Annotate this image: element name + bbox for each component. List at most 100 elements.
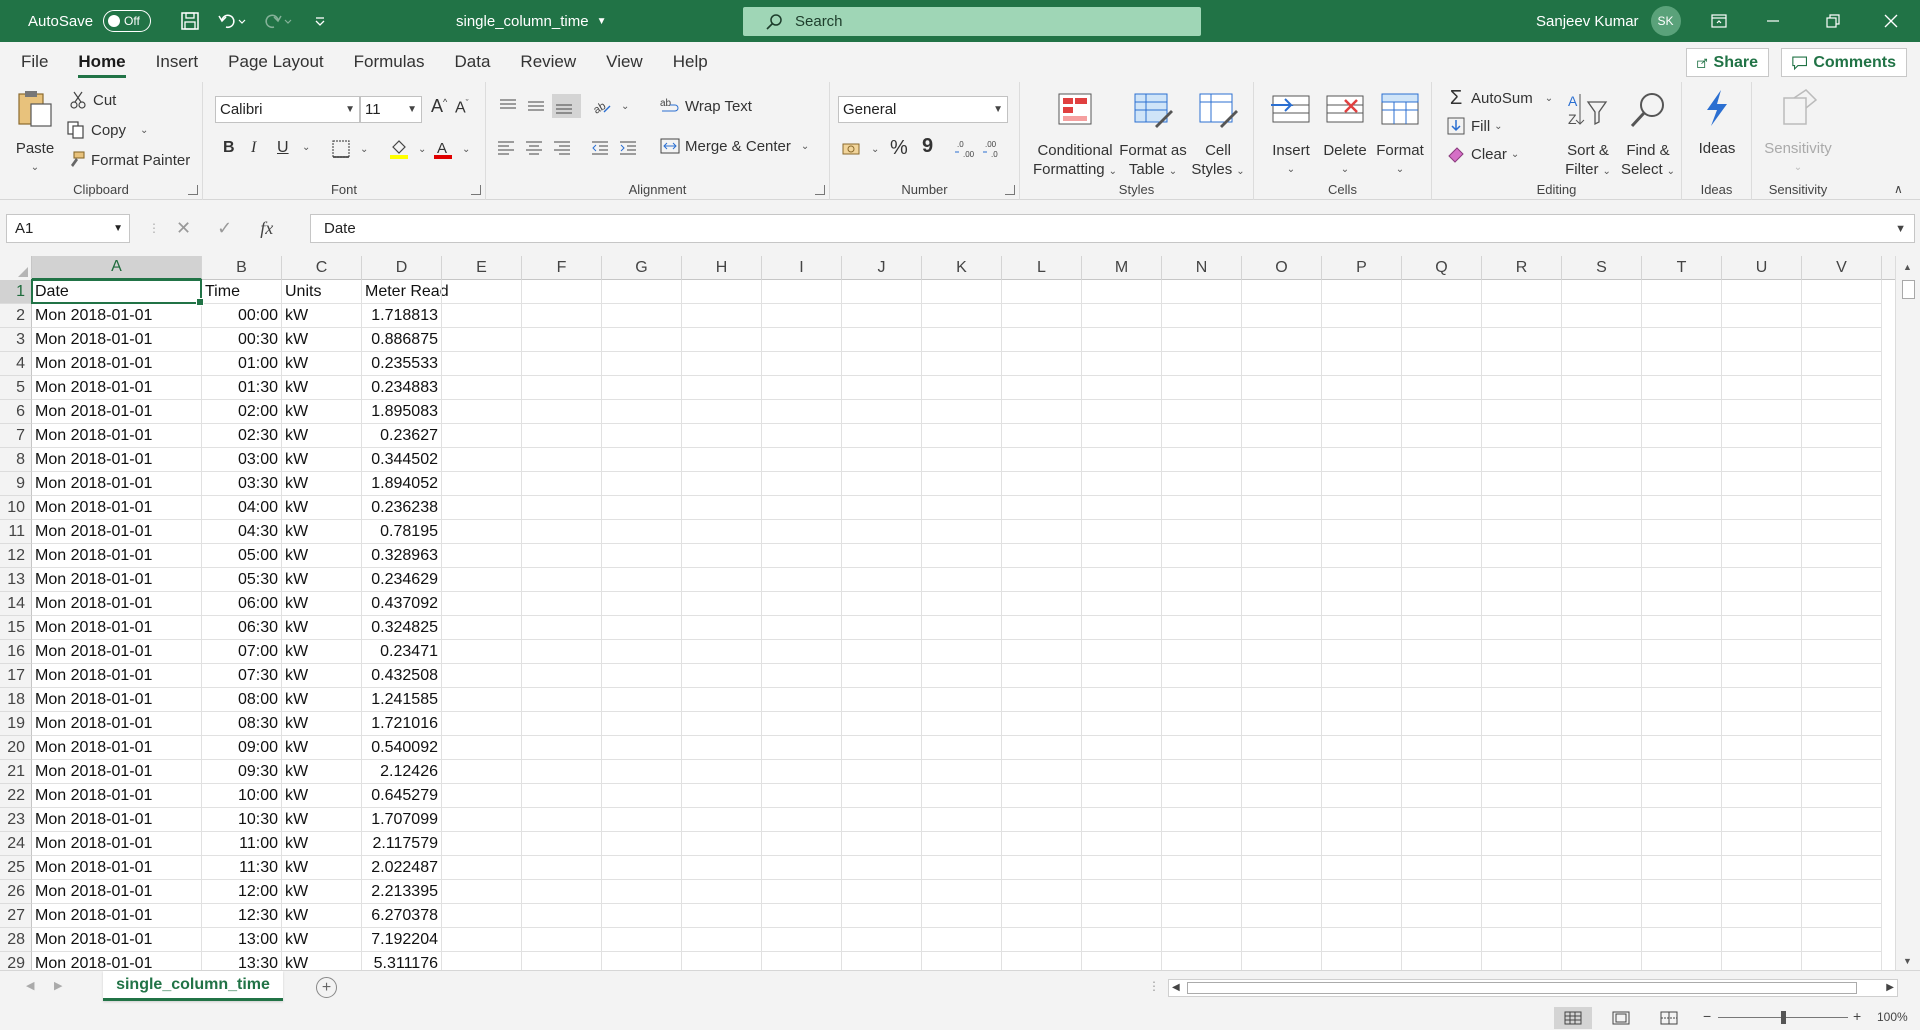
table-cell[interactable]: 05:30 xyxy=(202,568,282,592)
scroll-down-icon[interactable]: ▼ xyxy=(1903,956,1912,966)
undo-icon[interactable] xyxy=(215,8,249,34)
table-cell[interactable]: Mon 2018-01-01 xyxy=(32,736,202,760)
table-cell[interactable]: 2.12426 xyxy=(362,760,442,784)
row-header[interactable]: 5 xyxy=(0,376,32,400)
row-header[interactable]: 18 xyxy=(0,688,32,712)
user-account[interactable]: Sanjeev Kumar SK xyxy=(1536,0,1681,42)
name-box[interactable]: A1 ▼ xyxy=(6,214,130,243)
table-cell[interactable]: 01:30 xyxy=(202,376,282,400)
table-cell[interactable]: kW xyxy=(282,568,362,592)
tab-formulas[interactable]: Formulas xyxy=(339,42,440,82)
ideas-button[interactable]: Ideas xyxy=(1688,88,1746,158)
tab-page-layout[interactable]: Page Layout xyxy=(213,42,338,82)
row-header[interactable]: 28 xyxy=(0,928,32,952)
table-cell[interactable]: Mon 2018-01-01 xyxy=(32,328,202,352)
table-cell[interactable]: kW xyxy=(282,832,362,856)
table-cell[interactable]: 12:00 xyxy=(202,880,282,904)
table-cell[interactable]: 0.235533 xyxy=(362,352,442,376)
middle-align-button[interactable] xyxy=(526,96,551,116)
table-cell[interactable]: 6.270378 xyxy=(362,904,442,928)
table-cell[interactable]: kW xyxy=(282,784,362,808)
column-header-t[interactable]: T xyxy=(1642,256,1722,280)
table-cell[interactable]: 11:30 xyxy=(202,856,282,880)
row-header[interactable]: 16 xyxy=(0,640,32,664)
table-cell[interactable]: 12:30 xyxy=(202,904,282,928)
row-header[interactable]: 8 xyxy=(0,448,32,472)
table-cell[interactable]: 09:30 xyxy=(202,760,282,784)
header-cell[interactable]: Meter Read xyxy=(362,280,449,304)
table-cell[interactable]: 0.23471 xyxy=(362,640,442,664)
format-painter-button[interactable]: Format Painter xyxy=(66,150,190,170)
column-header-v[interactable]: V xyxy=(1802,256,1882,280)
copy-button[interactable]: Copy ⌄ xyxy=(66,120,148,140)
table-cell[interactable]: kW xyxy=(282,712,362,736)
table-cell[interactable]: Mon 2018-01-01 xyxy=(32,856,202,880)
tab-help[interactable]: Help xyxy=(658,42,723,82)
row-header[interactable]: 11 xyxy=(0,520,32,544)
table-cell[interactable]: 0.344502 xyxy=(362,448,442,472)
cut-button[interactable]: Cut xyxy=(68,90,116,110)
table-cell[interactable]: 00:00 xyxy=(202,304,282,328)
header-cell[interactable]: Time xyxy=(202,280,282,304)
table-cell[interactable]: Mon 2018-01-01 xyxy=(32,472,202,496)
row-header[interactable]: 24 xyxy=(0,832,32,856)
column-header-n[interactable]: N xyxy=(1162,256,1242,280)
cell-styles-button[interactable]: Cell Styles ⌄ xyxy=(1188,90,1248,181)
autosum-button[interactable]: Σ AutoSum ⌄ xyxy=(1446,87,1553,109)
table-cell[interactable]: Mon 2018-01-01 xyxy=(32,832,202,856)
table-cell[interactable]: 07:00 xyxy=(202,640,282,664)
table-cell[interactable]: kW xyxy=(282,400,362,424)
table-cell[interactable]: 0.234883 xyxy=(362,376,442,400)
orientation-button[interactable]: ab ⌄ xyxy=(592,96,629,116)
table-cell[interactable]: 0.645279 xyxy=(362,784,442,808)
vertical-scroll-thumb[interactable] xyxy=(1902,280,1915,299)
table-cell[interactable]: kW xyxy=(282,952,362,970)
search-box[interactable]: Search xyxy=(743,7,1201,36)
header-cell[interactable]: Units xyxy=(282,280,362,304)
table-cell[interactable]: kW xyxy=(282,544,362,568)
zoom-in-icon[interactable]: + xyxy=(1853,1008,1861,1024)
table-cell[interactable]: Mon 2018-01-01 xyxy=(32,688,202,712)
table-cell[interactable]: 1.718813 xyxy=(362,304,442,328)
fill-color-button[interactable]: ⌄ xyxy=(389,139,426,159)
row-header[interactable]: 9 xyxy=(0,472,32,496)
row-header[interactable]: 2 xyxy=(0,304,32,328)
tab-home[interactable]: Home xyxy=(63,42,140,82)
table-cell[interactable]: 11:00 xyxy=(202,832,282,856)
table-cell[interactable]: 0.886875 xyxy=(362,328,442,352)
row-header[interactable]: 20 xyxy=(0,736,32,760)
column-header-o[interactable]: O xyxy=(1242,256,1322,280)
insert-cells-button[interactable]: Insert ⌄ xyxy=(1268,90,1314,179)
column-header-h[interactable]: H xyxy=(682,256,762,280)
column-header-k[interactable]: K xyxy=(922,256,1002,280)
column-header-c[interactable]: C xyxy=(282,256,362,280)
table-cell[interactable]: Mon 2018-01-01 xyxy=(32,544,202,568)
row-header[interactable]: 15 xyxy=(0,616,32,640)
underline-button[interactable]: U xyxy=(277,139,289,157)
zoom-out-icon[interactable]: − xyxy=(1703,1008,1711,1024)
table-cell[interactable]: kW xyxy=(282,352,362,376)
table-cell[interactable]: Mon 2018-01-01 xyxy=(32,376,202,400)
table-cell[interactable]: Mon 2018-01-01 xyxy=(32,616,202,640)
clipboard-launcher-icon[interactable] xyxy=(188,185,198,195)
table-cell[interactable]: 2.117579 xyxy=(362,832,442,856)
percent-button[interactable]: % xyxy=(890,137,908,160)
table-cell[interactable]: 0.78195 xyxy=(362,520,442,544)
next-sheet-icon[interactable]: ▶ xyxy=(54,979,62,992)
accounting-format-button[interactable]: ⌄ xyxy=(842,139,879,159)
table-cell[interactable]: 02:30 xyxy=(202,424,282,448)
wrap-text-button[interactable]: ab Wrap Text xyxy=(660,96,752,116)
table-cell[interactable]: 01:00 xyxy=(202,352,282,376)
italic-button[interactable]: I xyxy=(251,139,256,157)
scroll-left-icon[interactable]: ◀ xyxy=(1172,982,1180,993)
table-cell[interactable]: Mon 2018-01-01 xyxy=(32,952,202,970)
table-cell[interactable]: Mon 2018-01-01 xyxy=(32,424,202,448)
table-cell[interactable]: kW xyxy=(282,736,362,760)
table-cell[interactable]: 06:30 xyxy=(202,616,282,640)
delete-cells-button[interactable]: Delete ⌄ xyxy=(1320,90,1370,179)
paste-button[interactable]: Paste ⌄ xyxy=(10,88,60,177)
table-cell[interactable]: kW xyxy=(282,472,362,496)
comma-style-button[interactable]: 9 xyxy=(922,135,933,158)
table-cell[interactable]: 08:00 xyxy=(202,688,282,712)
table-cell[interactable]: kW xyxy=(282,616,362,640)
